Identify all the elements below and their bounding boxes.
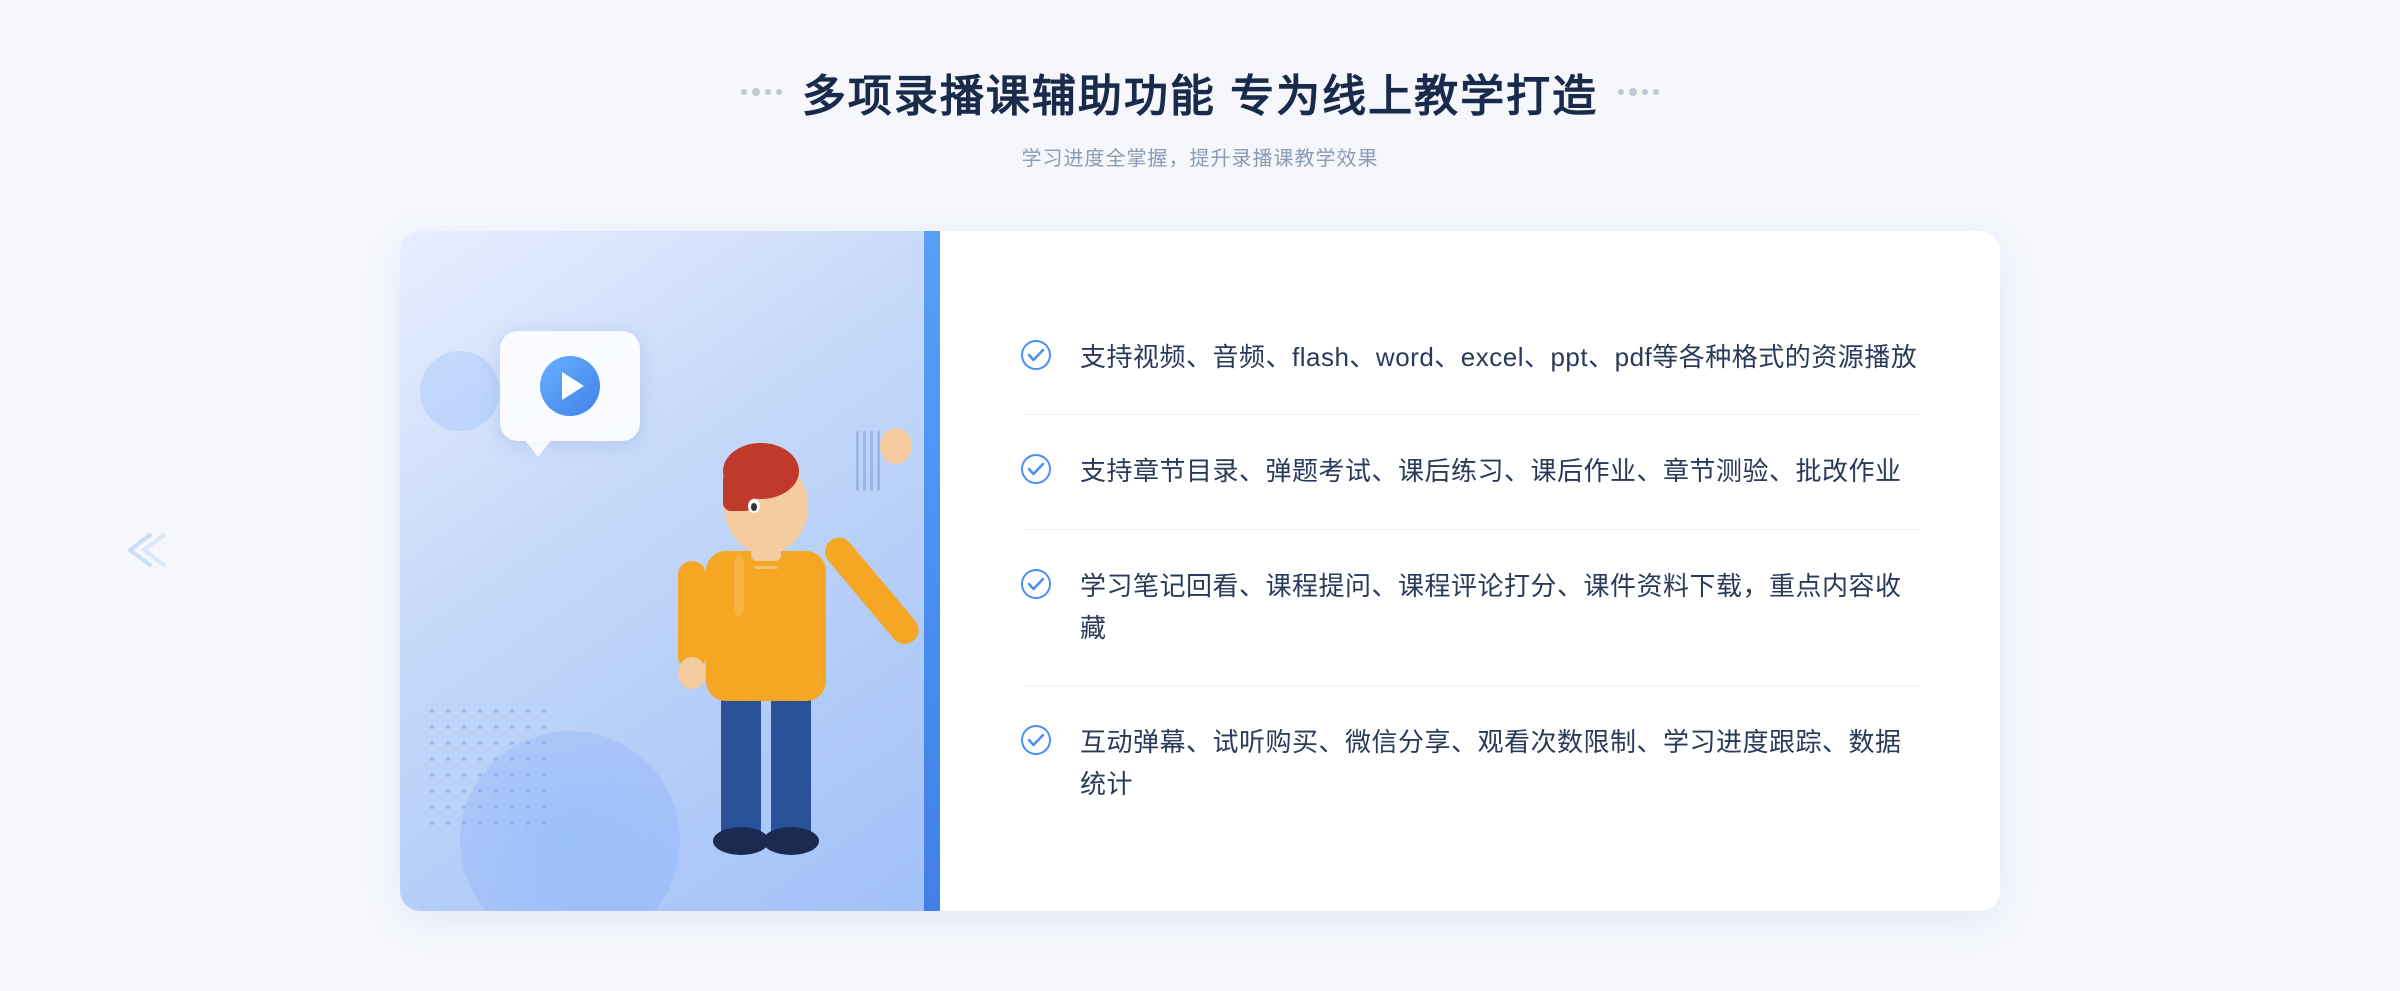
feature-text-2: 支持章节目录、弹题考试、课后练习、课后作业、章节测验、批改作业 [1080,451,1902,493]
illustration-panel [400,231,940,911]
right-decorative-dots [1618,88,1659,96]
features-panel: 支持视频、音频、flash、word、excel、ppt、pdf等各种格式的资源… [940,231,2000,911]
header-section: 多项录播课辅助功能 专为线上教学打造 学习进度全掌握，提升录播课教学效果 [741,60,1659,171]
feature-item-3: 学习笔记回看、课程提问、课程评论打分、课件资料下载，重点内容收藏 [1020,530,1920,686]
page-wrapper: 多项录播课辅助功能 专为线上教学打造 学习进度全掌握，提升录播课教学效果 [0,0,2400,991]
check-icon-2 [1020,453,1052,485]
left-decorative-dots [741,88,782,96]
dot-pattern-decoration [430,709,552,831]
feature-text-3: 学习笔记回看、课程提问、课程评论打分、课件资料下载，重点内容收藏 [1080,566,1920,649]
feature-item-2: 支持章节目录、弹题考试、课后练习、课后作业、章节测验、批改作业 [1020,415,1920,530]
check-icon-1 [1020,339,1052,371]
feature-text-1: 支持视频、音频、flash、word、excel、ppt、pdf等各种格式的资源… [1080,337,1917,379]
page-subtitle: 学习进度全掌握，提升录播课教学效果 [741,142,1659,171]
content-card: 支持视频、音频、flash、word、excel、ppt、pdf等各种格式的资源… [400,231,2000,911]
person-illustration [606,351,926,911]
blue-accent-bar [924,231,940,911]
page-title: 多项录播课辅助功能 专为线上教学打造 [802,60,1598,124]
feature-item-1: 支持视频、音频、flash、word、excel、ppt、pdf等各种格式的资源… [1020,301,1920,416]
play-icon [540,356,600,416]
check-icon-3 [1020,568,1052,600]
title-row: 多项录播课辅助功能 专为线上教学打造 [741,60,1659,124]
feature-text-4: 互动弹幕、试听购买、微信分享、观看次数限制、学习进度跟踪、数据统计 [1080,722,1920,805]
small-circle-decoration [420,351,500,431]
check-icon-4 [1020,724,1052,756]
feature-item-4: 互动弹幕、试听购买、微信分享、观看次数限制、学习进度跟踪、数据统计 [1020,686,1920,841]
chevron-left-decoration [120,530,170,579]
